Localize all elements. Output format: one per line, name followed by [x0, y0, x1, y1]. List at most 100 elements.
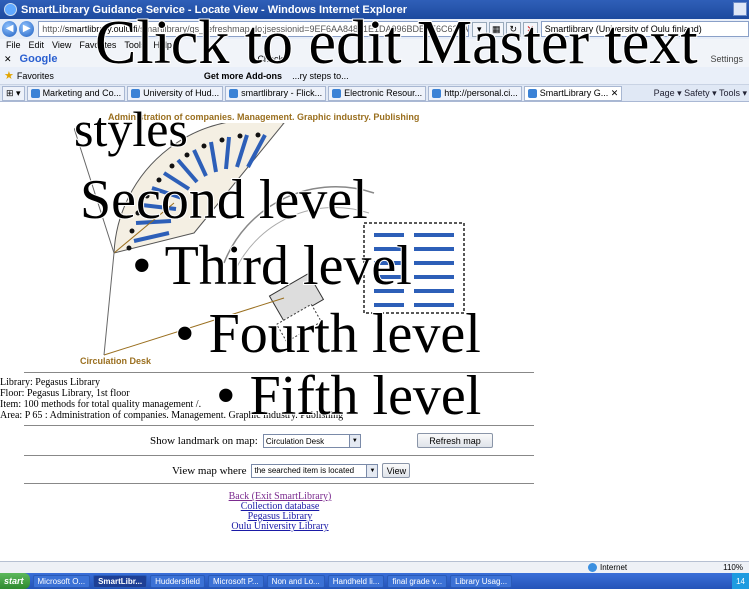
menu-edit[interactable]: Edit: [29, 40, 45, 50]
circulation-desk: [268, 272, 325, 343]
landmark-label: Circulation Desk: [80, 356, 152, 366]
tab-label: University of Hud...: [143, 88, 220, 98]
oulu-university-library-link[interactable]: Oulu University Library: [0, 522, 560, 532]
close-toolbar-icon[interactable]: ✕: [4, 54, 12, 65]
menu-tools[interactable]: Tools: [124, 40, 145, 50]
shelf-fan: [113, 123, 285, 254]
favorites-bar: ★ Favorites Get more Add-ons ...ry steps…: [0, 67, 749, 85]
ie-icon: [4, 3, 17, 16]
footer-links: Back (Exit SmartLibrary) Collection data…: [0, 492, 560, 532]
refresh-icon[interactable]: ↻: [505, 21, 521, 37]
page-icon: [30, 88, 40, 98]
status-bar: Internet 110%: [0, 561, 749, 573]
taskbar-item[interactable]: Microsoft P...: [208, 574, 264, 588]
menu-file[interactable]: File: [6, 40, 21, 50]
stop-icon[interactable]: ✕: [522, 21, 538, 37]
taskbar-item[interactable]: SmartLibr...: [93, 574, 148, 588]
divider: [24, 372, 534, 373]
taskbar: start Microsoft O... SmartLibr... Hudder…: [0, 573, 749, 589]
landmark-select-label: Show landmark on map:: [150, 435, 258, 447]
page-icon: [332, 88, 342, 98]
tab-label: Marketing and Co...: [42, 88, 122, 98]
view-where-selected-value: the searched item is located: [254, 466, 355, 475]
tab-smartlibrary[interactable]: SmartLibrary G... ✕: [523, 85, 623, 101]
divider: [24, 425, 534, 426]
tab-personal[interactable]: http://personal.ci...: [428, 85, 522, 101]
page-icon: [229, 88, 239, 98]
menu-favorites[interactable]: Favorites: [79, 40, 116, 50]
tab-flickr[interactable]: smartlibrary - Flick...: [225, 85, 327, 101]
command-bar[interactable]: Page ▾ Safety ▾ Tools ▾: [654, 88, 747, 99]
tab-label: Electronic Resour...: [344, 88, 423, 98]
menu-bar: File Edit View Favorites Tools Help: [0, 39, 749, 51]
chevron-down-icon: ▼: [348, 435, 360, 447]
info-item: Item: 100 methods for total quality mana…: [0, 399, 202, 410]
google-logo: Google: [19, 53, 58, 65]
shelf-block-right: [363, 222, 465, 314]
view-where-select[interactable]: the searched item is located ▼: [251, 463, 379, 478]
search-provider-label: Smartlibrary (University of Oulu finland…: [544, 24, 702, 34]
view-where-label: View map where: [172, 464, 247, 477]
info-area: Area: P 65 : Administration of companies…: [0, 410, 344, 421]
favorites-link-steps[interactable]: ...ry steps to...: [292, 71, 349, 81]
taskbar-item[interactable]: final grade v...: [387, 574, 448, 588]
divider: [24, 483, 534, 484]
window-title: SmartLibrary Guidance Service - Locate V…: [21, 3, 408, 16]
chevron-down-icon: ▼: [366, 464, 378, 477]
menu-help[interactable]: Help: [153, 40, 172, 50]
google-toolbar: ✕ Google Check Settings: [0, 51, 749, 67]
taskbar-item[interactable]: Microsoft O...: [32, 574, 91, 588]
taskbar-item[interactable]: Handheld li...: [327, 574, 385, 588]
forward-arrow-icon[interactable]: ▶: [19, 21, 35, 37]
zoom-level[interactable]: 110%: [723, 563, 743, 572]
tab-label: smartlibrary - Flick...: [241, 88, 323, 98]
tab-marketing[interactable]: Marketing and Co...: [26, 85, 126, 101]
address-host: smartlibrary.oulu.fi: [64, 24, 138, 34]
landmark-row: Show landmark on map: Circulation Desk ▼: [150, 434, 361, 448]
zone-label: Internet: [600, 563, 628, 572]
compat-icon[interactable]: ▦: [488, 21, 504, 37]
landmark-selected-value: Circulation Desk: [265, 436, 325, 446]
taskbar-item[interactable]: Library Usag...: [450, 574, 513, 588]
check-button[interactable]: Check: [257, 54, 283, 64]
favorites-button[interactable]: Favorites: [17, 71, 54, 81]
view-where-row: View map where the searched item is loca…: [172, 463, 411, 478]
window-controls: [733, 2, 747, 16]
menu-view[interactable]: View: [52, 40, 71, 50]
page-icon: [432, 88, 442, 98]
map-area-heading: Administration of companies. Management.…: [108, 112, 420, 122]
taskbar-item[interactable]: Non and Lo...: [266, 574, 325, 588]
address-buttons: ▾ ▦ ↻ ✕: [471, 21, 538, 37]
tab-electronic-resources[interactable]: Electronic Resour...: [328, 85, 427, 101]
settings-button[interactable]: Settings: [710, 54, 743, 64]
favorites-link-addons[interactable]: Get more Add-ons: [204, 71, 282, 81]
library-floor-map: [74, 123, 465, 356]
back-arrow-icon[interactable]: ◀: [2, 21, 18, 37]
tab-label: SmartLibrary G...: [539, 88, 609, 98]
taskbar-item[interactable]: Huddersfield: [150, 574, 206, 588]
address-prefix: http://: [42, 24, 65, 34]
minimize-button[interactable]: [733, 2, 747, 16]
address-bar[interactable]: http://smartlibrary.oulu.fi/smartlibrary…: [38, 21, 469, 37]
window-title-bar[interactable]: SmartLibrary Guidance Service - Locate V…: [0, 0, 749, 19]
item-info: Library: Pegasus Library Floor: Pegasus …: [0, 377, 343, 421]
view-button[interactable]: View: [382, 463, 411, 478]
tab-row: ⊞ ▾ Marketing and Co... University of Hu…: [0, 85, 749, 102]
system-tray: 14: [732, 573, 749, 589]
start-button[interactable]: start: [0, 573, 30, 589]
security-zone: Internet: [588, 563, 627, 572]
tab-huddersfield[interactable]: University of Hud...: [127, 85, 224, 101]
refresh-map-button[interactable]: Refresh map: [417, 433, 493, 448]
quick-tabs-button[interactable]: ⊞ ▾: [2, 85, 25, 101]
page-icon: [131, 88, 141, 98]
search-provider-box[interactable]: Smartlibrary (University of Oulu finland…: [540, 21, 749, 37]
address-path: /smartlibrary/gs_refreshmap.do;jsessioni…: [137, 24, 469, 34]
globe-icon: [588, 563, 597, 572]
landmark-select[interactable]: Circulation Desk ▼: [262, 434, 361, 448]
info-floor: Floor: Pegasus Library, 1st floor: [0, 388, 130, 399]
favorites-star-icon: ★: [4, 70, 14, 82]
info-library: Library: Pegasus Library: [0, 377, 100, 388]
dropdown-icon[interactable]: ▾: [471, 21, 487, 37]
tab-label: http://personal.ci...: [444, 88, 518, 98]
clock[interactable]: 14: [736, 577, 745, 586]
